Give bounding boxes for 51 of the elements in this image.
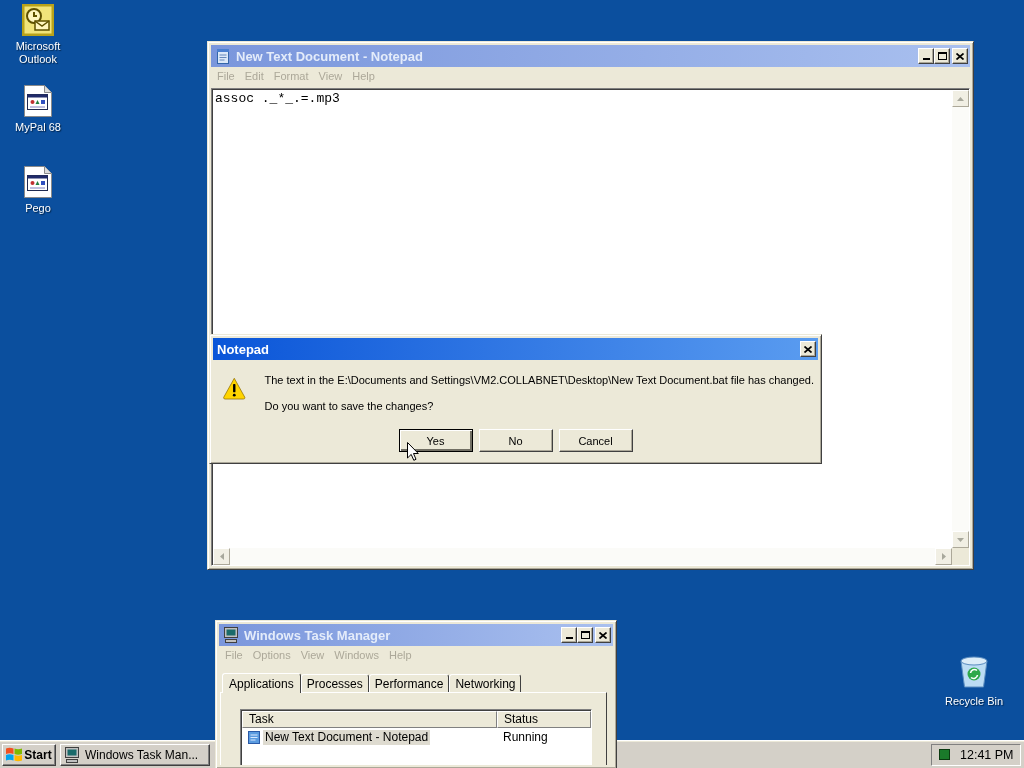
notepad-icon [247, 730, 261, 744]
left-triangle-icon [219, 553, 224, 560]
tab[interactable]: Applications [222, 673, 301, 693]
maximize-icon [937, 52, 947, 60]
table-cell-text: Running [502, 729, 549, 745]
window-title: Windows Task Manager [244, 627, 392, 643]
maximize-icon [580, 631, 590, 639]
maximize-button[interactable] [934, 48, 950, 64]
dialog-message: The text in the E:\Documents and Settings\VM2.COLLABNET\Desktop\New Text Document.bat file has changed. [264, 374, 814, 387]
column-header[interactable]: Status [497, 711, 591, 728]
down-triangle-icon [957, 537, 964, 542]
icon-label[interactable]: Recycle Bin [944, 695, 1004, 708]
icon-label[interactable]: Pego [8, 202, 68, 215]
dialog-button[interactable]: No [478, 429, 553, 452]
close-icon [599, 631, 607, 639]
clock-envelope-icon[interactable] [22, 4, 54, 36]
notepad-icon [215, 48, 231, 64]
dialog-button[interactable]: Yes [398, 429, 473, 452]
close-icon [804, 345, 812, 353]
clock[interactable]: 12:41 PM [960, 747, 1014, 762]
minimize-button[interactable] [561, 627, 577, 643]
mouse-pointer-icon [407, 442, 419, 461]
tab[interactable]: Networking [449, 674, 522, 692]
close-button[interactable] [595, 627, 611, 643]
computer-icon [64, 746, 80, 763]
start-button[interactable]: Start [2, 743, 56, 766]
up-triangle-icon [957, 96, 964, 101]
minimize-icon [922, 58, 930, 60]
computer-icon [223, 627, 239, 643]
tab[interactable]: Performance [368, 674, 450, 692]
taskbar-button[interactable]: Windows Task Man... [60, 743, 210, 766]
program-window-icon[interactable] [24, 166, 52, 198]
recycle-bin-icon[interactable] [959, 656, 989, 688]
right-triangle-icon [941, 553, 946, 560]
close-icon [956, 52, 964, 60]
table-cell[interactable]: New Text Document - Notepad [263, 729, 431, 745]
minimize-button[interactable] [918, 48, 934, 64]
maximize-button[interactable] [577, 627, 593, 643]
icon-label[interactable]: Microsoft Outlook [8, 40, 68, 66]
column-header[interactable]: Task [242, 711, 497, 728]
tab[interactable]: Processes [300, 674, 369, 692]
dialog-title: Notepad [217, 341, 270, 357]
dialog-question: Do you want to save the changes? [264, 400, 435, 413]
dialog-button[interactable]: Cancel [558, 429, 633, 452]
program-window-icon[interactable] [24, 85, 52, 117]
window-title: New Text Document - Notepad [236, 48, 424, 64]
minimize-icon [565, 637, 573, 639]
flag-icon [6, 747, 23, 762]
close-button[interactable] [800, 341, 816, 357]
close-button[interactable] [952, 48, 968, 64]
icon-label[interactable]: MyPal 68 [8, 121, 68, 134]
